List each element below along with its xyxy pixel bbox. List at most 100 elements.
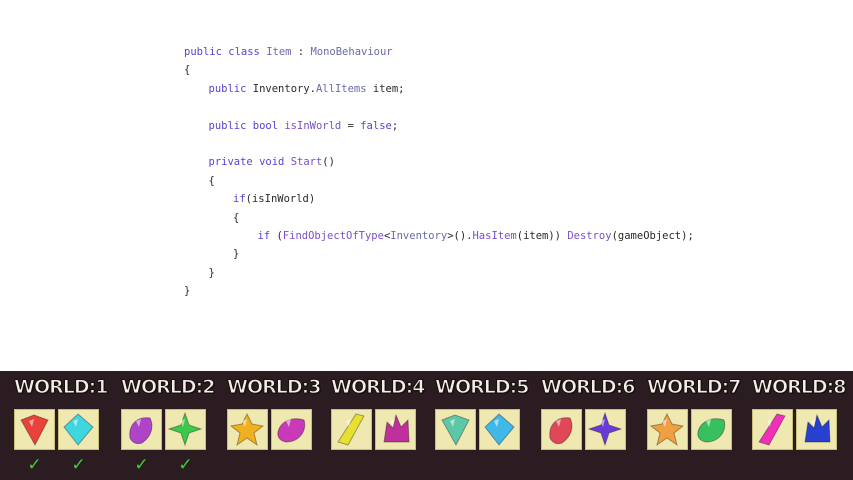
item-slot[interactable] [121,409,162,450]
code-token: AllItems [315,82,367,95]
code-token: private void [208,156,291,169]
world-title: WORLD:2 [121,376,216,399]
world-title: WORLD:3 [227,376,322,399]
code-line: if (FindObjectOfType<Inventory>().HasIte… [184,227,694,245]
code-token: MonoBehaviour [310,46,393,58]
code-token: if [233,193,246,206]
world-5-group: WORLD:5 [435,371,530,480]
code-token: } [233,248,240,261]
item-slot[interactable] [271,409,312,450]
code-token: { [184,64,191,77]
world-title: WORLD:7 [647,376,742,399]
code-token: } [184,285,191,298]
yellow-shard-icon [337,413,365,446]
item-slot[interactable] [58,409,99,450]
world-title: WORLD:4 [331,376,426,399]
item-slot[interactable] [435,409,476,450]
collected-check-icon: ✓ [134,455,149,475]
item-slot[interactable] [752,409,793,450]
red-crystal-flower-icon [549,417,573,445]
code-token: (gameObject); [611,229,694,242]
world-7-group: WORLD:7 [647,371,742,480]
code-token: (isInWorld) [245,193,316,206]
world-6-group: WORLD:6 [541,371,636,480]
purple-shell-icon [129,417,153,445]
code-line: { [184,61,694,79]
pink-spikes-icon [758,413,786,446]
code-line: { [184,172,694,190]
pink-crystal-cluster-icon [383,413,410,443]
code-token: Destroy [567,229,612,242]
item-slot[interactable] [691,409,732,450]
code-token: : [291,46,311,58]
world-8-group: WORLD:8 [752,371,847,480]
green-star-gem-icon [168,412,203,447]
code-line: public Inventory.AllItems item; [184,80,694,98]
code-line: } [184,245,694,263]
world-1-group: WORLD:1 ✓ ✓ [14,371,109,480]
code-token: >(). [447,229,473,242]
code-token: false [360,119,392,132]
code-token: { [208,174,215,187]
code-token: () [322,156,335,169]
code-token: { [233,211,240,224]
code-token: item; [366,82,405,95]
code-token: Inventory [390,229,448,242]
violet-gem-icon [588,412,623,447]
code-token: if [257,229,277,242]
orange-block-icon [650,412,685,447]
code-line: public bool isInWorld = false; [184,117,694,135]
item-slot[interactable] [165,409,206,450]
item-slot[interactable] [647,409,688,450]
world-3-group: WORLD:3 [227,371,322,480]
code-snippet: public class Item : MonoBehaviour { public… [184,43,694,300]
item-slot[interactable] [541,409,582,450]
green-geode-icon [697,418,726,443]
code-token: public [208,82,253,95]
world-inventory-bar: WORLD:1 ✓ ✓ WORLD:2 ✓ ✓ WORLD:3 WORLD:4 WORLD:5 W… [0,371,853,480]
collected-check-icon: ✓ [71,455,86,475]
collected-check-icon: ✓ [27,455,42,475]
code-token: (item)) [516,229,568,242]
world-2-group: WORLD:2 ✓ ✓ [121,371,216,480]
blue-crystal-icon [484,413,515,446]
code-line: } [184,264,694,282]
world-title: WORLD:5 [435,376,530,399]
world-title: WORLD:6 [541,376,636,399]
code-token: Inventory. [252,82,316,95]
code-line: { [184,209,694,227]
code-token: public class [184,46,267,58]
world-title: WORLD:8 [752,376,847,399]
world-title: WORLD:1 [14,376,109,399]
red-gem-icon [20,414,49,447]
collected-check-icon: ✓ [178,455,193,475]
item-slot[interactable] [796,409,837,450]
code-token: isInWorld [284,119,342,132]
item-slot[interactable] [375,409,416,450]
code-token: HasItem [472,229,517,242]
jade-swirl-icon [441,414,470,447]
code-token: } [208,266,215,279]
cyan-crystal-icon [63,413,94,446]
item-slot[interactable] [479,409,520,450]
magenta-stone-icon [277,418,306,443]
code-token: ; [391,119,399,132]
item-slot[interactable] [14,409,55,450]
code-token: public bool [208,119,285,132]
code-line: public class Item : MonoBehaviour [184,43,694,61]
code-token: Item [266,46,292,58]
code-line: if(isInWorld) [184,190,694,208]
code-token: FindObjectOfType [282,229,384,242]
blue-rock-icon [804,413,831,443]
code-token: Start [290,156,323,169]
code-line: } [184,282,694,300]
item-slot[interactable] [585,409,626,450]
item-slot[interactable] [227,409,268,450]
code-token: = [341,119,361,132]
item-slot[interactable] [331,409,372,450]
world-4-group: WORLD:4 [331,371,426,480]
gold-star-crystal-icon [230,412,265,447]
code-line: private void Start() [184,153,694,171]
